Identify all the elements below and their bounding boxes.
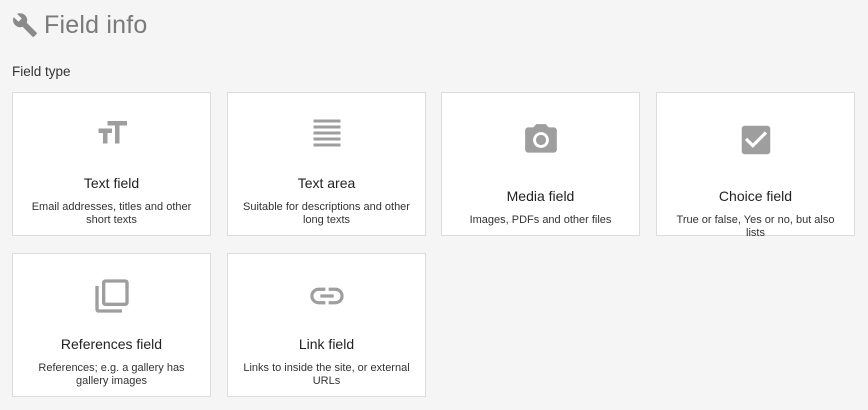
card-title: Text field (83, 175, 140, 191)
camera-icon (442, 121, 639, 159)
page-header: Field info (12, 8, 147, 42)
checkbox-icon (657, 121, 854, 159)
field-type-card-media-field[interactable]: Media field Images, PDFs and other files (441, 92, 640, 236)
card-description: Email addresses, titles and other short … (31, 201, 192, 226)
card-description: Images, PDFs and other files (469, 214, 612, 226)
field-type-card-text-area[interactable]: Text area Suitable for descriptions and … (227, 92, 426, 236)
link-icon (228, 276, 425, 316)
card-description: References; e.g. a gallery has gallery i… (38, 362, 185, 387)
text-size-icon (13, 115, 210, 151)
text-lines-icon (228, 115, 425, 151)
field-type-card-text-field[interactable]: Text field Email addresses, titles and o… (12, 92, 211, 236)
card-description: True or false, Yes or no, but also lists (676, 214, 835, 239)
field-type-card-link-field[interactable]: Link field Links to inside the site, or … (227, 253, 426, 397)
card-title: References field (60, 336, 163, 352)
card-description: Links to inside the site, or external UR… (243, 362, 410, 387)
card-title: Media field (506, 188, 575, 204)
card-title: Choice field (718, 188, 793, 204)
wrench-icon (12, 12, 38, 38)
field-type-label: Field type (12, 64, 71, 79)
page-title: Field info (44, 10, 148, 39)
card-title: Text area (297, 175, 356, 191)
card-description: Suitable for descriptions and other long… (243, 201, 410, 226)
field-type-card-choice-field[interactable]: Choice field True or false, Yes or no, b… (656, 92, 855, 239)
library-icon (13, 276, 210, 316)
field-type-card-references-field[interactable]: References field References; e.g. a gall… (12, 253, 211, 397)
card-title: Link field (298, 336, 355, 352)
